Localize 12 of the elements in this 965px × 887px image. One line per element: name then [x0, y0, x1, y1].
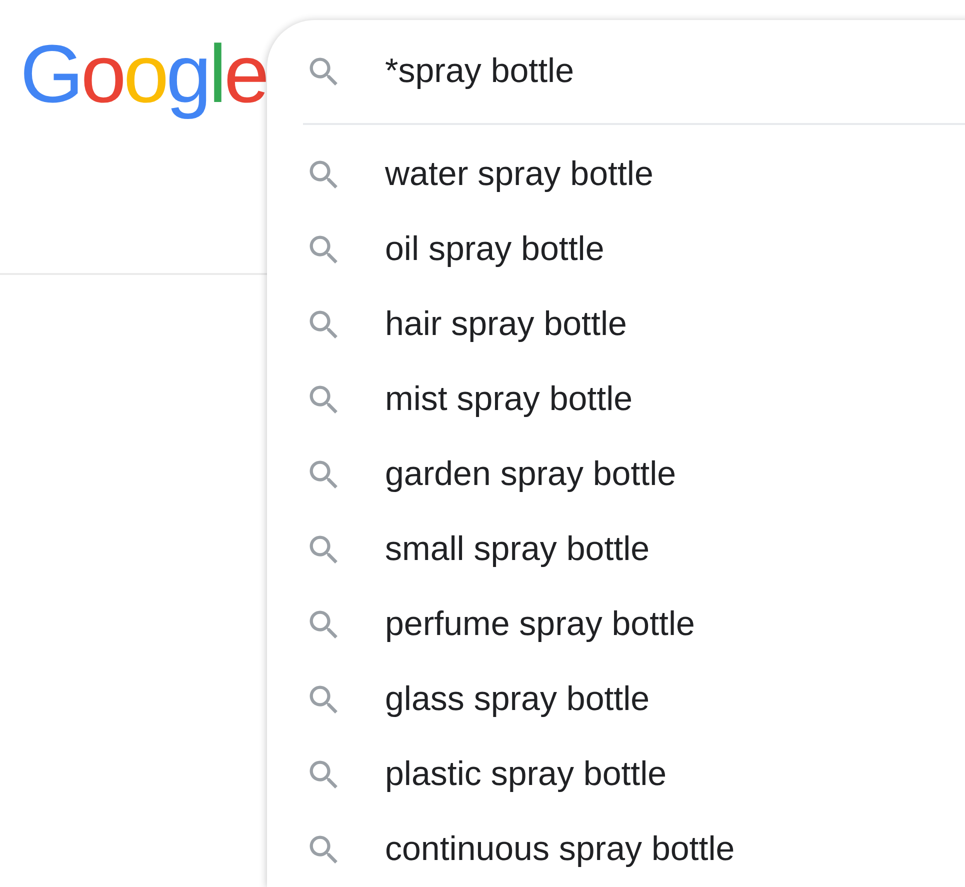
suggestion-item[interactable]: perfume spray bottle [267, 587, 965, 662]
suggestion-item[interactable]: small spray bottle [267, 512, 965, 587]
suggestion-item[interactable]: continuous spray bottle [267, 812, 965, 887]
google-logo[interactable]: Google [20, 30, 266, 120]
suggestion-item[interactable]: hair spray bottle [267, 287, 965, 362]
suggestion-item[interactable]: garden spray bottle [267, 437, 965, 512]
suggestion-item[interactable]: oil spray bottle [267, 212, 965, 287]
suggestion-item[interactable]: water spray bottle [267, 137, 965, 212]
suggestion-item[interactable]: plastic spray bottle [267, 737, 965, 812]
suggestion-item[interactable]: mist spray bottle [267, 362, 965, 437]
suggestion-item[interactable]: glass spray bottle [267, 662, 965, 737]
search-field[interactable]: *spray bottle [385, 52, 885, 91]
